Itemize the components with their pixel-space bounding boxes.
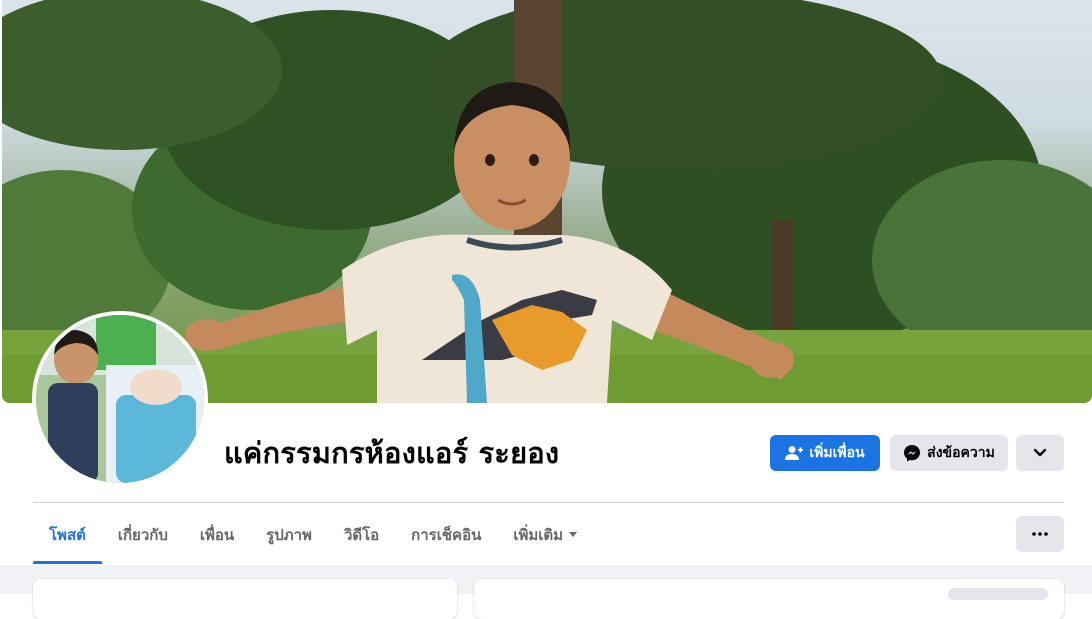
- profile-name: แค่กรรมกรห้องแอร์ ระยอง: [224, 436, 560, 470]
- profile-tabs: โพสต์ เกี่ยวกับ เพื่อน รูปภาพ วิดีโอ การ…: [33, 505, 593, 564]
- tab-more[interactable]: เพิ่มเติม: [497, 505, 593, 564]
- tab-label: วิดีโอ: [343, 525, 380, 544]
- caret-down-icon: [569, 532, 578, 537]
- messenger-icon: [903, 444, 921, 462]
- tab-label: โพสต์: [49, 525, 86, 544]
- tab-label: เพิ่มเติม: [513, 525, 564, 544]
- tab-label: รูปภาพ: [266, 525, 312, 544]
- tab-label: การเช็คอิน: [411, 525, 482, 544]
- tab-label: เพื่อน: [199, 525, 235, 544]
- tab-label: เกี่ยวกับ: [117, 525, 168, 544]
- tab-posts[interactable]: โพสต์: [33, 505, 102, 564]
- filter-button[interactable]: [948, 588, 1048, 600]
- tab-checkins[interactable]: การเช็คอิน: [395, 505, 497, 564]
- tab-about[interactable]: เกี่ยวกับ: [102, 505, 184, 564]
- tab-photos[interactable]: รูปภาพ: [250, 505, 328, 564]
- add-friend-button[interactable]: เพิ่มเพื่อน: [770, 435, 880, 471]
- tab-videos[interactable]: วิดีโอ: [328, 505, 395, 564]
- chevron-down-icon: [1033, 448, 1047, 458]
- tab-friends[interactable]: เพื่อน: [184, 505, 250, 564]
- add-friend-label: เพิ่มเพื่อน: [809, 445, 865, 461]
- profile-avatar[interactable]: [32, 311, 208, 487]
- avatar-image: [36, 315, 204, 483]
- message-button[interactable]: ส่งข้อความ: [890, 435, 1008, 471]
- ellipsis-icon: [1032, 532, 1048, 536]
- profile-options-button[interactable]: [1016, 435, 1064, 471]
- tabs-more-button[interactable]: [1016, 516, 1064, 552]
- message-label: ส่งข้อความ: [927, 445, 995, 461]
- person-plus-icon: [785, 445, 804, 461]
- intro-card: [33, 579, 457, 619]
- header-divider: [33, 502, 1064, 503]
